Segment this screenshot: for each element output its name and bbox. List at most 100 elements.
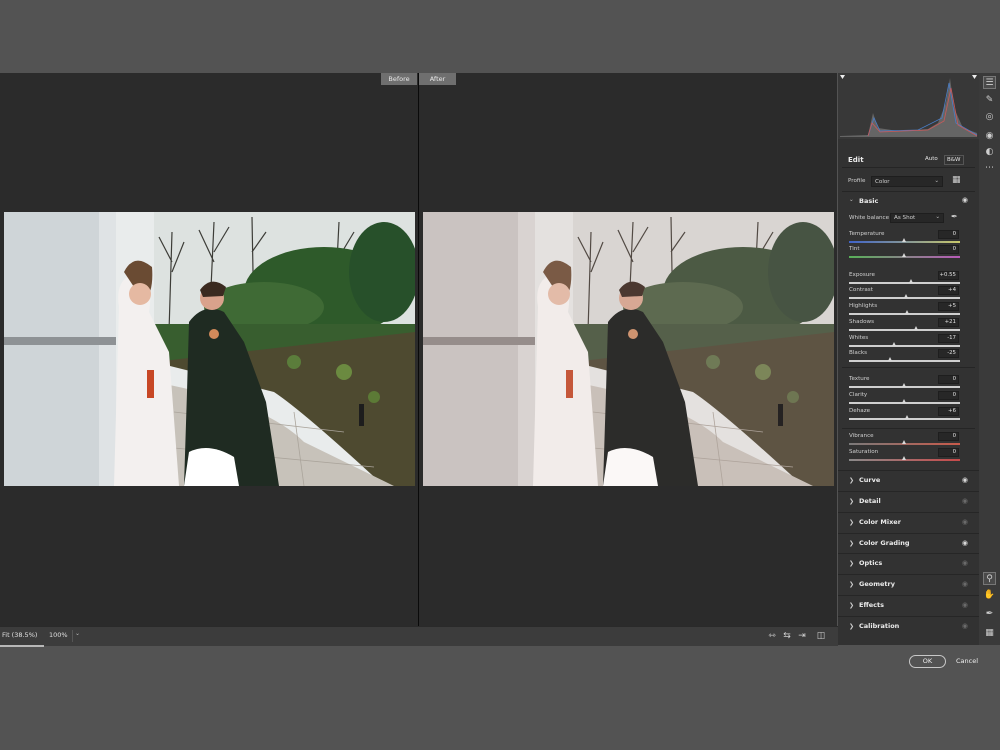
slider-thumb-9[interactable] — [902, 399, 906, 403]
chevron-right-icon: ❯ — [849, 560, 855, 568]
split-view-icon[interactable]: ⇿ — [766, 630, 778, 642]
profile-value: Color — [875, 179, 890, 185]
section-title: Color Grading — [859, 538, 910, 547]
slider-value-11[interactable]: 0 — [938, 432, 959, 441]
compare-divider[interactable] — [418, 73, 419, 626]
visibility-eye-icon[interactable]: ◉ — [962, 559, 968, 567]
basic-title[interactable]: Basic — [859, 197, 878, 205]
zoom-dropdown-icon[interactable]: ⌄ — [72, 630, 82, 642]
section-optics[interactable]: ❯ Optics ◉ — [838, 553, 979, 574]
grid-overlay-icon[interactable]: ▦ — [983, 627, 996, 640]
slider-thumb-12[interactable] — [902, 456, 906, 460]
status-bar: Fit (38.5%) 100% ⌄ ⇿ ⇆ ⇥ ◫ — [0, 626, 838, 647]
slider-track-7[interactable] — [849, 360, 960, 362]
section-geometry[interactable]: ❯ Geometry ◉ — [838, 574, 979, 595]
slider-thumb-2[interactable] — [908, 279, 913, 283]
zoom-fit-underline — [0, 645, 44, 647]
visibility-eye-icon[interactable]: ◉ — [962, 622, 968, 630]
swap-settings-icon[interactable]: ⇆ — [781, 630, 793, 642]
section-calibration[interactable]: ❯ Calibration ◉ — [838, 615, 979, 636]
more-options-icon[interactable]: ⋯ — [983, 162, 996, 175]
color-sampler-icon[interactable]: ✒ — [983, 608, 996, 621]
visibility-eye-icon[interactable]: ◉ — [962, 518, 968, 526]
healing-brush-icon[interactable]: ✎ — [983, 94, 996, 107]
slider-value-7[interactable]: -25 — [938, 349, 959, 358]
chevron-right-icon: ❯ — [849, 622, 855, 630]
eyedropper-icon[interactable]: ✒ — [951, 212, 958, 221]
slider-thumb-4[interactable] — [905, 310, 910, 314]
slider-value-10[interactable]: +6 — [938, 407, 959, 416]
slider-value-5[interactable]: +21 — [938, 318, 959, 327]
chevron-right-icon: ❯ — [849, 477, 855, 484]
slider-value-2[interactable]: +0.55 — [938, 271, 959, 280]
slider-value-6[interactable]: -17 — [938, 334, 959, 343]
slider-thumb-8[interactable] — [902, 383, 906, 387]
section-color-mixer[interactable]: ❯ Color Mixer ◉ — [838, 511, 979, 532]
slider-thumb-5[interactable] — [914, 326, 919, 330]
tool-strip: ☰ ✎ ◎ ◉ ◐ ⋯ ⚲ ✋ ✒ ▦ — [979, 73, 1000, 645]
white-balance-value: As Shot — [894, 215, 916, 221]
slider-track-5[interactable] — [849, 329, 960, 331]
slider-value-4[interactable]: +5 — [938, 302, 959, 311]
slider-label-8: Texture — [849, 376, 870, 382]
slider-track-6[interactable] — [849, 345, 960, 347]
copy-settings-icon[interactable]: ⇥ — [796, 630, 808, 642]
slider-thumb-11[interactable] — [902, 440, 906, 444]
bw-button[interactable]: B&W — [944, 155, 964, 165]
visibility-eye-icon[interactable]: ◉ — [962, 497, 968, 505]
slider-value-12[interactable]: 0 — [938, 448, 959, 457]
hand-tool-icon[interactable]: ✋ — [983, 589, 996, 602]
slider-label-7: Blacks — [849, 350, 868, 356]
presets-icon[interactable]: ◐ — [983, 146, 996, 159]
slider-label-12: Saturation — [849, 449, 879, 455]
section-curve[interactable]: ❯ Curve ◉ — [838, 470, 979, 490]
slider-value-9[interactable]: 0 — [938, 391, 959, 400]
visibility-eye-icon[interactable]: ◉ — [962, 476, 968, 484]
edit-sliders-icon[interactable]: ☰ — [983, 76, 996, 89]
white-balance-select[interactable]: As Shot ⌄ — [890, 213, 944, 223]
basic-chevron-icon[interactable]: ⌄ — [849, 197, 854, 203]
before-after-toggle-icon[interactable]: ◫ — [815, 630, 827, 642]
section-detail[interactable]: ❯ Detail ◉ — [838, 490, 979, 511]
basic-visibility-eye-icon[interactable]: ◉ — [962, 196, 968, 204]
chevron-right-icon: ❯ — [849, 539, 855, 547]
slider-thumb-6[interactable] — [892, 342, 896, 346]
chevron-right-icon: ❯ — [849, 602, 855, 610]
slider-thumb-10[interactable] — [905, 415, 910, 419]
zoom-100-button[interactable]: 100% — [49, 631, 68, 639]
auto-button[interactable]: Auto — [925, 156, 938, 162]
section-color-grading[interactable]: ❯ Color Grading ◉ — [838, 532, 979, 553]
slider-group-separator — [842, 428, 975, 429]
masking-icon[interactable]: ◎ — [983, 111, 996, 124]
cancel-button[interactable]: Cancel — [956, 657, 978, 665]
edit-panel: Edit Auto B&W Profile Color ⌄ ▦ ⌄ Basic … — [838, 73, 979, 645]
profile-select[interactable]: Color ⌄ — [871, 176, 943, 187]
slider-value-8[interactable]: 0 — [938, 375, 959, 384]
chevron-down-icon: ⌄ — [935, 214, 940, 220]
visibility-eye-icon[interactable]: ◉ — [962, 601, 968, 609]
section-title: Detail — [859, 496, 881, 505]
red-eye-icon[interactable]: ◉ — [983, 130, 996, 143]
slider-value-3[interactable]: +4 — [938, 286, 959, 295]
slider-thumb-1[interactable] — [902, 253, 906, 257]
profile-label: Profile — [848, 178, 866, 184]
section-effects[interactable]: ❯ Effects ◉ — [838, 595, 979, 616]
profile-browser-icon[interactable]: ▦ — [952, 175, 961, 185]
slider-thumb-3[interactable] — [904, 294, 909, 298]
slider-thumb-0[interactable] — [902, 238, 906, 242]
slider-label-0: Temperature — [849, 231, 885, 237]
histogram — [838, 73, 979, 139]
slider-track-2[interactable] — [849, 282, 960, 284]
slider-group-separator — [842, 367, 975, 368]
slider-thumb-7[interactable] — [887, 357, 892, 361]
slider-value-0[interactable]: 0 — [938, 230, 959, 239]
zoom-fit-button[interactable]: Fit (38.5%) — [2, 631, 37, 639]
ok-button[interactable]: OK — [909, 655, 946, 668]
zoom-tool-icon[interactable]: ⚲ — [983, 572, 996, 585]
visibility-eye-icon[interactable]: ◉ — [962, 580, 968, 588]
slider-value-1[interactable]: 0 — [938, 245, 959, 254]
slider-label-2: Exposure — [849, 272, 875, 278]
visibility-eye-icon[interactable]: ◉ — [962, 539, 968, 547]
before-label: Before — [381, 73, 417, 85]
section-title: Calibration — [859, 621, 900, 630]
